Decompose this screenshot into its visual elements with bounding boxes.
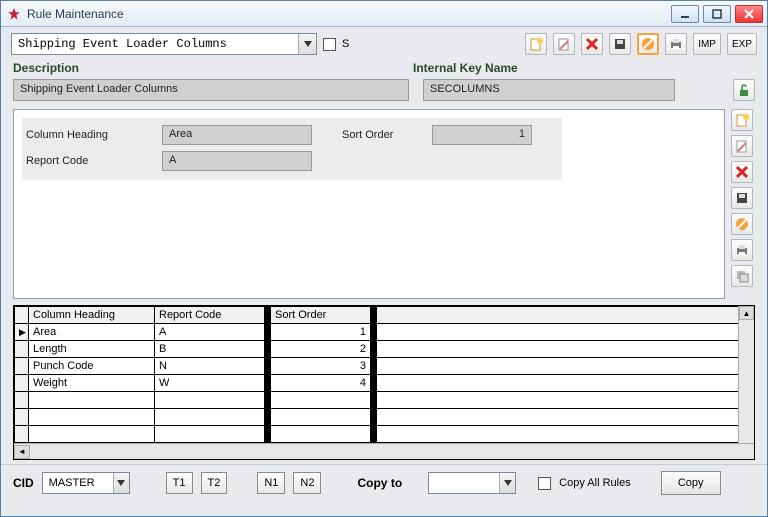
- grid-horizontal-scrollbar[interactable]: ◄: [14, 443, 754, 459]
- column-heading-input[interactable]: Area: [162, 125, 312, 145]
- window-title: Rule Maintenance: [27, 7, 671, 21]
- column-heading-label: Column Heading: [26, 129, 162, 141]
- rule-selector-input[interactable]: [12, 34, 298, 54]
- copy-to-dropdown-button[interactable]: [499, 473, 515, 493]
- side-cancel-button[interactable]: [731, 213, 753, 235]
- copy-to-selector[interactable]: [428, 472, 516, 494]
- table-row[interactable]: ▶AreaA1: [15, 324, 754, 341]
- cid-input[interactable]: [43, 473, 113, 493]
- rule-selector-dropdown-button[interactable]: [298, 34, 316, 54]
- grid-col-sort-order[interactable]: Sort Order: [271, 307, 371, 324]
- side-copy-button[interactable]: [731, 265, 753, 287]
- import-button[interactable]: IMP: [693, 33, 721, 55]
- maximize-button[interactable]: [703, 5, 731, 23]
- copy-to-input[interactable]: [429, 473, 499, 493]
- top-toolbar: S IMP EXP: [1, 27, 767, 61]
- table-row[interactable]: LengthB2: [15, 341, 754, 358]
- cid-dropdown-button[interactable]: [113, 473, 129, 493]
- footer-bar: CID T1 T2 N1 N2 Copy to Copy All Rules C…: [1, 464, 767, 503]
- grid-header-row: Column Heading Report Code Sort Order: [15, 307, 754, 324]
- table-row[interactable]: [15, 392, 754, 409]
- grid-vertical-scrollbar[interactable]: ▲: [738, 306, 754, 443]
- new-button[interactable]: [525, 33, 547, 55]
- side-new-button[interactable]: [731, 109, 753, 131]
- delete-button[interactable]: [581, 33, 603, 55]
- app-star-icon: [7, 7, 21, 21]
- grid-col-report-code[interactable]: Report Code: [155, 307, 265, 324]
- lock-toggle[interactable]: [733, 79, 755, 101]
- internal-key-field[interactable]: SECOLUMNS: [423, 79, 675, 101]
- row-caret-icon: ▶: [19, 327, 26, 337]
- copy-button[interactable]: Copy: [661, 471, 721, 495]
- table-row[interactable]: [15, 409, 754, 426]
- side-save-button[interactable]: [731, 187, 753, 209]
- sort-order-input[interactable]: 1: [432, 125, 532, 145]
- rule-selector[interactable]: [11, 33, 317, 55]
- side-delete-button[interactable]: [731, 161, 753, 183]
- table-row[interactable]: WeightW4: [15, 375, 754, 392]
- minimize-button[interactable]: [671, 5, 699, 23]
- titlebar: Rule Maintenance: [1, 1, 767, 27]
- t1-button[interactable]: T1: [166, 472, 193, 494]
- print-button[interactable]: [665, 33, 687, 55]
- description-label: Description: [13, 61, 413, 75]
- rules-grid[interactable]: Column Heading Report Code Sort Order ▶A…: [13, 305, 755, 460]
- window-frame: Rule Maintenance S: [0, 0, 768, 517]
- table-row[interactable]: Punch CodeN3: [15, 358, 754, 375]
- scroll-up-icon[interactable]: ▲: [739, 306, 754, 320]
- report-code-input[interactable]: A: [162, 151, 312, 171]
- s-checkbox[interactable]: [323, 38, 336, 51]
- side-print-button[interactable]: [731, 239, 753, 261]
- sort-order-label: Sort Order: [342, 129, 432, 141]
- side-edit-button[interactable]: [731, 135, 753, 157]
- side-toolbar: [731, 109, 759, 299]
- description-field[interactable]: Shipping Event Loader Columns: [13, 79, 409, 101]
- cid-label: CID: [13, 476, 34, 490]
- n2-button[interactable]: N2: [293, 472, 321, 494]
- cid-selector[interactable]: [42, 472, 130, 494]
- internal-key-label: Internal Key Name: [413, 61, 518, 75]
- s-label: S: [342, 38, 349, 50]
- report-code-label: Report Code: [26, 155, 162, 167]
- detail-panel: Column Heading Area Sort Order 1 Report …: [13, 109, 725, 299]
- copy-all-label: Copy All Rules: [559, 477, 631, 489]
- edit-button[interactable]: [553, 33, 575, 55]
- copy-all-checkbox[interactable]: [538, 477, 551, 490]
- save-button[interactable]: [609, 33, 631, 55]
- table-row[interactable]: [15, 426, 754, 443]
- scroll-left-icon[interactable]: ◄: [14, 445, 30, 459]
- t2-button[interactable]: T2: [201, 472, 228, 494]
- copy-to-label: Copy to: [357, 476, 402, 490]
- close-button[interactable]: [735, 5, 763, 23]
- export-button[interactable]: EXP: [727, 33, 757, 55]
- grid-col-column-heading[interactable]: Column Heading: [29, 307, 155, 324]
- n1-button[interactable]: N1: [257, 472, 285, 494]
- cancel-button[interactable]: [637, 33, 659, 55]
